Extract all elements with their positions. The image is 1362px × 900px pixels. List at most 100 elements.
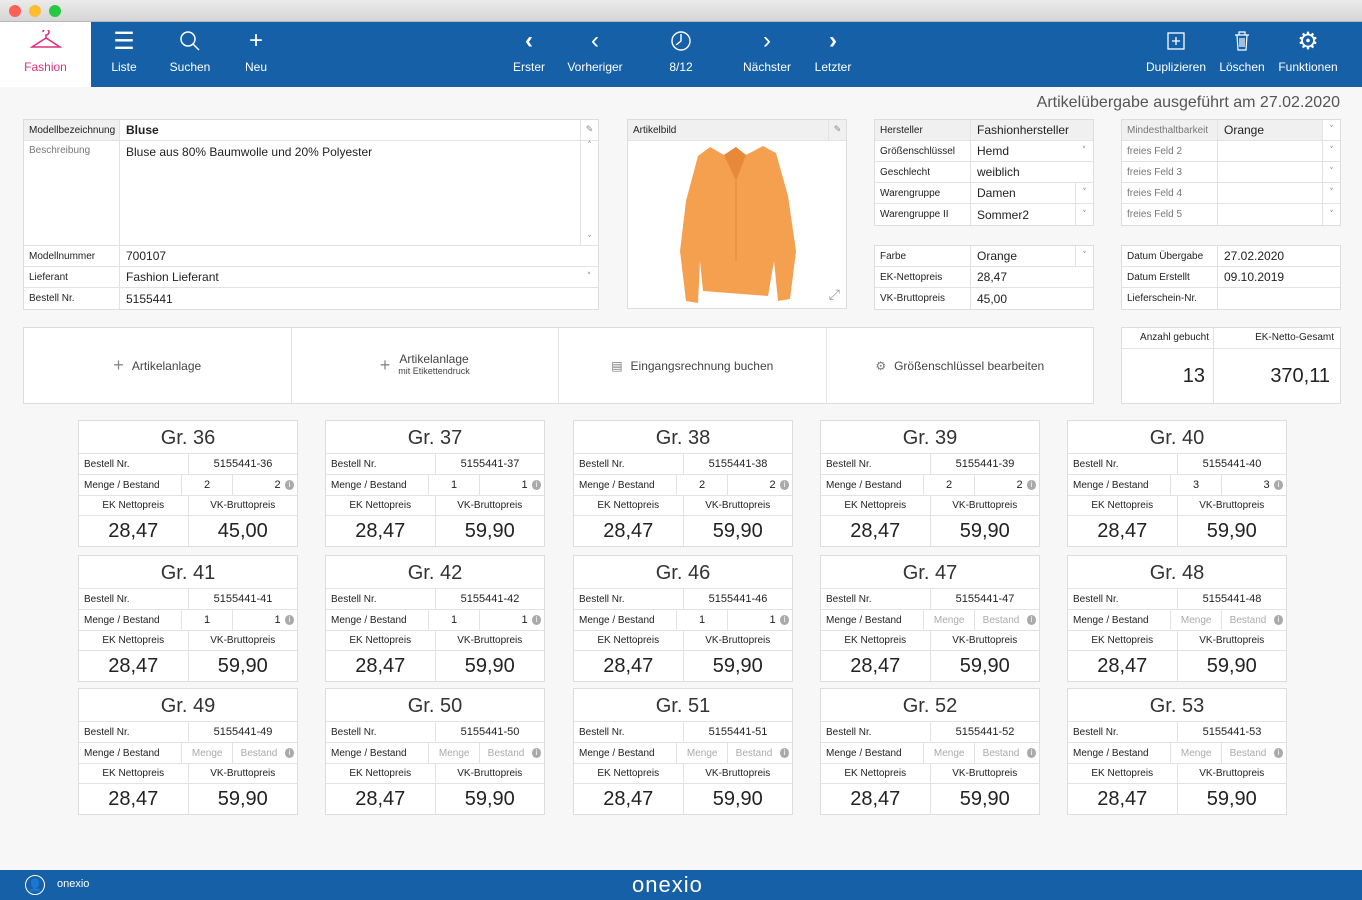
menge-input[interactable]: Menge [429,743,481,763]
menge-input[interactable]: 3 [1171,475,1223,495]
datum-erstellt-input[interactable]: 09.10.2019 [1218,267,1340,287]
menge-input[interactable]: 2 [182,475,234,495]
liste-button[interactable]: ☰ Liste [99,22,149,87]
duplizieren-button[interactable]: Duplizieren [1144,22,1208,87]
artikelanlage-etikett-button[interactable]: + Artikelanlage mit Etikettendruck [292,328,559,403]
naechster-button[interactable]: › Nächster [738,22,796,87]
hersteller-input[interactable]: Fashionhersteller [971,120,1093,140]
chevron-down-icon[interactable]: ˅ [1322,141,1340,161]
info-icon[interactable]: i [284,480,294,490]
modellnummer-input[interactable]: 700107 [120,246,598,266]
bestell-nr-value[interactable]: 5155441-36 [189,458,297,470]
bestell-nr-value[interactable]: 5155441-39 [931,458,1039,470]
bestell-nr-value[interactable]: 5155441-53 [1178,726,1286,738]
bestell-nr-value[interactable]: 5155441-47 [931,593,1039,605]
ek-nettopreis-input[interactable]: 28,47 [971,267,1093,287]
info-icon[interactable]: i [284,748,294,758]
chevron-down-icon[interactable]: ˅ [1075,183,1093,203]
bestell-nr-value[interactable]: 5155441-49 [189,726,297,738]
chevron-down-icon[interactable]: ˅ [1075,246,1093,266]
warengruppe-select[interactable]: Damen [971,183,1075,203]
info-icon[interactable]: i [531,480,541,490]
loeschen-button[interactable]: Löschen [1216,22,1268,87]
info-icon[interactable]: i [779,748,789,758]
menge-input[interactable]: 1 [429,610,481,630]
suchen-button[interactable]: Suchen [165,22,215,87]
info-icon[interactable]: i [1026,748,1036,758]
chevron-down-icon[interactable]: ˅ [1075,141,1093,161]
scrollbar[interactable]: ˄ ˅ [580,141,598,245]
neu-button[interactable]: + Neu [231,22,281,87]
blouse-image[interactable]: ⤢ [628,141,846,307]
bestell-nr-value[interactable]: 5155441-40 [1178,458,1286,470]
lieferant-select[interactable]: Fashion Lieferant [120,267,580,287]
freies-feld-3-select[interactable] [1218,162,1322,182]
menge-input[interactable]: Menge [1171,610,1223,630]
user-avatar-icon[interactable]: 👤 [25,875,45,895]
freies-feld-4-select[interactable] [1218,183,1322,203]
chevron-down-icon[interactable]: ˅ [1322,183,1340,203]
info-icon[interactable]: i [531,615,541,625]
info-icon[interactable]: i [779,480,789,490]
vorheriger-button[interactable]: ‹ Vorheriger [562,22,628,87]
bestell-nr-input[interactable]: 5155441 [120,288,598,309]
zoom-window-button[interactable] [49,5,61,17]
scroll-down-icon[interactable]: ˅ [587,235,592,245]
info-icon[interactable]: i [1273,480,1283,490]
bestell-nr-value[interactable]: 5155441-42 [436,593,544,605]
scroll-up-icon[interactable]: ˄ [587,141,592,151]
bestell-nr-value[interactable]: 5155441-51 [684,726,792,738]
mindesthaltbarkeit-select[interactable]: Orange [1218,120,1322,140]
groessenschluessel-select[interactable]: Hemd [971,141,1075,161]
info-icon[interactable]: i [1026,615,1036,625]
beschreibung-textarea[interactable]: Bluse aus 80% Baumwolle und 20% Polyeste… [120,141,580,245]
funktionen-button[interactable]: ⚙ Funktionen [1276,22,1340,87]
menge-input[interactable]: Menge [924,610,976,630]
warengruppe2-select[interactable]: Sommer2 [971,204,1075,225]
user-name[interactable]: onexio [57,878,89,890]
chevron-down-icon[interactable]: ˅ [1322,204,1340,225]
chevron-down-icon[interactable]: ˅ [1322,120,1340,140]
artikelanlage-button[interactable]: + Artikelanlage [24,328,292,403]
bestell-nr-value[interactable]: 5155441-52 [931,726,1039,738]
info-icon[interactable]: i [1273,748,1283,758]
menge-input[interactable]: 1 [677,610,729,630]
menge-input[interactable]: Menge [924,743,976,763]
position-indicator[interactable]: 8/12 [656,22,706,87]
bestell-nr-value[interactable]: 5155441-37 [436,458,544,470]
minimize-window-button[interactable] [29,5,41,17]
info-icon[interactable]: i [779,615,789,625]
chevron-down-icon[interactable]: ˅ [1322,162,1340,182]
info-icon[interactable]: i [284,615,294,625]
freies-feld-5-select[interactable] [1218,204,1322,225]
groessenschluessel-bearbeiten-button[interactable]: ⚙ Größenschlüssel bearbeiten [827,328,1094,403]
erster-button[interactable]: ‹ Erster [504,22,554,87]
close-window-button[interactable] [9,5,21,17]
lieferschein-input[interactable] [1218,288,1340,309]
modellbezeichnung-input[interactable]: Bluse [120,120,580,140]
bestell-nr-value[interactable]: 5155441-48 [1178,593,1286,605]
info-icon[interactable]: i [1026,480,1036,490]
farbe-select[interactable]: Orange [971,246,1075,266]
menge-input[interactable]: 2 [677,475,729,495]
menge-input[interactable]: 2 [924,475,976,495]
menge-input[interactable]: Menge [1171,743,1223,763]
expand-icon[interactable]: ⤢ [829,287,840,303]
vk-bruttopreis-input[interactable]: 45,00 [971,288,1093,309]
menge-input[interactable]: Menge [182,743,234,763]
freies-feld-2-select[interactable] [1218,141,1322,161]
menge-input[interactable]: Menge [677,743,729,763]
menge-input[interactable]: 1 [182,610,234,630]
bestell-nr-value[interactable]: 5155441-41 [189,593,297,605]
edit-icon[interactable]: ✎ [580,120,598,140]
bestell-nr-value[interactable]: 5155441-46 [684,593,792,605]
chevron-down-icon[interactable]: ˅ [580,267,598,287]
eingangsrechnung-button[interactable]: ▤ Eingangsrechnung buchen [559,328,827,403]
bestell-nr-value[interactable]: 5155441-38 [684,458,792,470]
chevron-down-icon[interactable]: ˅ [1075,204,1093,225]
info-icon[interactable]: i [531,748,541,758]
tab-fashion[interactable]: Fashion [0,22,91,87]
letzter-button[interactable]: › Letzter [808,22,858,87]
datum-uebergabe-input[interactable]: 27.02.2020 [1218,246,1340,266]
info-icon[interactable]: i [1273,615,1283,625]
